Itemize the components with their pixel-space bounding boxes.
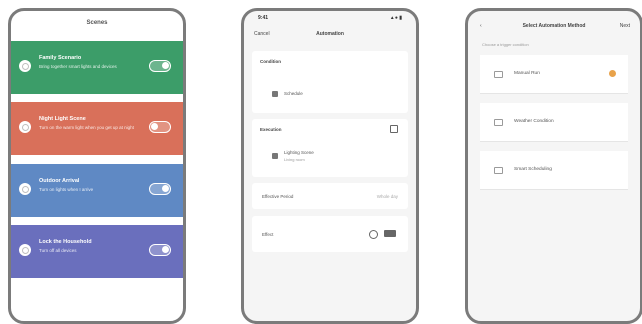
status-time: 9:41: [258, 15, 269, 21]
scene-name: Outdoor Arrival: [39, 178, 80, 184]
toggle-knob: [151, 123, 158, 130]
status-icons: ▴ ● ▮: [390, 15, 402, 21]
scene-icon: [19, 244, 31, 256]
scene-icon: [19, 183, 31, 195]
scene-icon: [19, 121, 31, 133]
next-button[interactable]: Next: [620, 23, 630, 29]
effective-period-row[interactable]: Effective Period Whole day: [252, 183, 408, 209]
scene-card-outdoor[interactable]: Outdoor Arrival Turn on lights when I ar…: [11, 164, 183, 217]
execution-subtitle: Living room: [284, 157, 305, 162]
scene-toggle[interactable]: [149, 121, 171, 133]
effective-label: Effective Period: [262, 194, 294, 199]
method-label: Smart Scheduling: [514, 167, 552, 172]
method-weather[interactable]: Weather Condition: [480, 103, 628, 142]
schedule-icon: [272, 91, 278, 97]
condition-card: Condition Schedule: [252, 51, 408, 113]
scene-toggle[interactable]: [149, 183, 171, 195]
page-subtitle: Choose a trigger condition: [482, 42, 529, 47]
clock-icon: [494, 167, 503, 174]
execution-card: Execution Lighting Scene Living room: [252, 119, 408, 177]
scene-description: Bring together smart lights and devices: [39, 64, 117, 69]
selected-indicator-icon: [609, 70, 616, 77]
toggle-knob: [162, 246, 169, 253]
toggle-knob: [162, 62, 169, 69]
section-label: Condition: [260, 59, 281, 64]
condition-item[interactable]: Schedule: [284, 91, 303, 96]
status-bar: 9:41 ▴ ● ▮: [258, 15, 402, 21]
scene-name: Family Scenario: [39, 55, 82, 61]
scenes-phone: Scenes Family Scenario Bring together sm…: [8, 8, 186, 324]
effect-row[interactable]: Effect: [252, 216, 408, 252]
scene-description: Turn on the warm light when you get up a…: [39, 125, 134, 130]
method-label: Weather Condition: [514, 119, 554, 124]
scene-toggle[interactable]: [149, 60, 171, 72]
method-manual-run[interactable]: Manual Run: [480, 55, 628, 94]
effect-label: Effect: [262, 232, 274, 237]
toggle-icon[interactable]: [369, 230, 378, 239]
scene-card-family[interactable]: Family Scenario Bring together smart lig…: [11, 41, 183, 94]
scene-name: Night Light Scene: [39, 116, 86, 122]
nav-bar: Cancel Automation: [244, 28, 416, 42]
select-method-phone: ‹ Select Automation Method Next Choose a…: [465, 8, 642, 324]
scene-name: Lock the Household: [39, 239, 92, 245]
card-icon: [384, 230, 396, 237]
section-label: Execution: [260, 127, 282, 132]
method-label: Manual Run: [514, 71, 540, 76]
scene-description: Turn off all devices: [39, 248, 77, 253]
tap-icon: [494, 71, 503, 78]
scene-icon: [19, 60, 31, 72]
lighting-icon: [272, 153, 278, 159]
automation-phone: 9:41 ▴ ● ▮ Cancel Automation Condition S…: [241, 8, 419, 324]
method-smart-scheduling[interactable]: Smart Scheduling: [480, 151, 628, 190]
page-title: Scenes: [86, 20, 108, 26]
scene-toggle[interactable]: [149, 244, 171, 256]
page-title: Select Automation Method: [522, 23, 586, 29]
toggle-knob: [162, 185, 169, 192]
scene-description: Turn on lights when I arrive: [39, 187, 94, 192]
scene-card-lock[interactable]: Lock the Household Turn off all devices: [11, 225, 183, 278]
scene-card-night-light[interactable]: Night Light Scene Turn on the warm light…: [11, 102, 183, 155]
add-icon[interactable]: [390, 125, 398, 133]
weather-icon: [494, 119, 503, 126]
execution-item[interactable]: Lighting Scene: [284, 150, 314, 155]
effective-value: Whole day: [376, 194, 398, 199]
page-title: Automation: [316, 31, 344, 37]
